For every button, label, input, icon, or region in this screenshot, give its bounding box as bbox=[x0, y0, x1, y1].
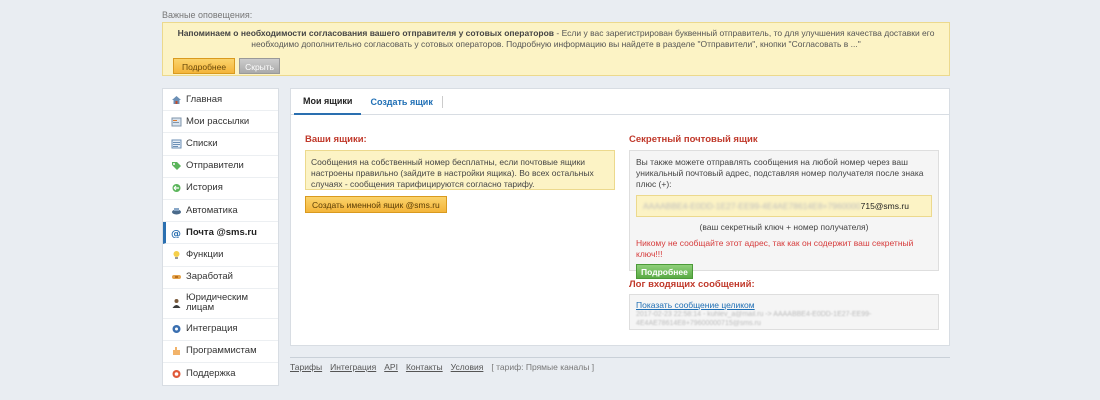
log-message-line: 2017-02-23 22:58:14 - kuhlev_a@mail.ru -… bbox=[636, 311, 872, 318]
notice-more-button[interactable]: Подробнее bbox=[173, 58, 236, 74]
integration-icon bbox=[172, 325, 181, 334]
sidebar-item-label: Поддержка bbox=[186, 368, 236, 380]
secret-box-panel: Вы также можете отправлять сообщения на … bbox=[629, 150, 939, 279]
secret-box-title: Секретный почтовый ящик bbox=[629, 134, 758, 145]
sidebar-item-integration[interactable]: Интеграция bbox=[163, 319, 278, 341]
footer-divider bbox=[290, 357, 950, 358]
sidebar-item-label: Заработай bbox=[186, 271, 233, 283]
sidebar-item-label: Юридическим лицам bbox=[186, 292, 249, 314]
home-icon bbox=[172, 95, 181, 104]
sidebar-item-label: Списки bbox=[186, 137, 218, 149]
automation-icon bbox=[172, 207, 181, 215]
footer-tariff: [ тариф: Прямые каналы ] bbox=[491, 362, 595, 372]
tab-create-box[interactable]: Создать ящик bbox=[361, 89, 441, 115]
sidebar-item-developers[interactable]: Программистам bbox=[163, 341, 278, 364]
bulb-icon bbox=[173, 250, 180, 259]
my-boxes-info: Сообщения на собственный номер бесплатны… bbox=[305, 150, 615, 190]
sidebar-item-label: Главная bbox=[186, 93, 223, 105]
notice-banner: Напоминаем о необходимости согласования … bbox=[162, 22, 950, 76]
history-icon bbox=[172, 184, 181, 193]
secret-address-hidden: AAAABBE4-E0DD-1E27-EE99-4E4AE78614E8+796… bbox=[643, 201, 861, 211]
sidebar-item-earn[interactable]: Заработай bbox=[163, 267, 278, 289]
footer-link-integration[interactable]: Интеграция bbox=[330, 362, 376, 372]
sidebar-item-home[interactable]: Главная bbox=[163, 89, 278, 112]
my-boxes-section: Ваши ящики: Сообщения на собственный ном… bbox=[305, 134, 615, 213]
notice-bold: Напоминаем о необходимости согласования … bbox=[177, 28, 555, 38]
hand-icon bbox=[173, 347, 180, 356]
log-message-line: 4E4AE78614E8+79600000715@sms.ru bbox=[636, 320, 761, 327]
incoming-log-title: Лог входящих сообщений: bbox=[629, 279, 755, 290]
secret-warning: Никому не сообщайте этот адрес, так как … bbox=[636, 238, 914, 259]
notice-hide-button[interactable]: Скрыть bbox=[239, 58, 281, 74]
sidebar-item-label: Мои рассылки bbox=[186, 115, 250, 127]
handshake-icon bbox=[172, 275, 181, 280]
footer-link-contacts[interactable]: Контакты bbox=[406, 362, 443, 372]
sidebar-item-automation[interactable]: Автоматика bbox=[163, 200, 278, 223]
secret-box-description: Вы также можете отправлять сообщения на … bbox=[636, 157, 924, 189]
tab-divider bbox=[441, 95, 443, 108]
sidebar-item-label: Автоматика bbox=[186, 204, 238, 216]
sidebar-item-label: История bbox=[186, 182, 223, 194]
main-panel: Мои ящики Создать ящик Ваши ящики: Сообщ… bbox=[290, 88, 950, 346]
sidebar: Главная Мои рассылки Списки Отправители … bbox=[162, 88, 279, 386]
secret-address-visible: 715@sms.ru bbox=[860, 201, 909, 211]
sidebar-item-label: Интеграция bbox=[186, 323, 238, 335]
incoming-log: Показать сообщение целиком 2017-02-23 22… bbox=[629, 294, 939, 330]
mailing-icon bbox=[171, 117, 182, 127]
sidebar-item-label: Почта @sms.ru bbox=[186, 226, 257, 238]
notice-text: Напоминаем о необходимости согласования … bbox=[173, 28, 939, 50]
show-full-message-link[interactable]: Показать сообщение целиком bbox=[636, 300, 932, 310]
create-named-box-button[interactable]: Создать именной ящик @sms.ru bbox=[305, 196, 447, 213]
sidebar-item-label: Отправители bbox=[186, 160, 244, 172]
svg-text:@: @ bbox=[171, 229, 181, 238]
footer-link-tariffs[interactable]: Тарифы bbox=[290, 362, 322, 372]
sidebar-item-label: Программистам bbox=[186, 345, 257, 357]
person-icon bbox=[172, 299, 181, 309]
sidebar-item-legal[interactable]: Юридическим лицам bbox=[163, 289, 278, 319]
tabs: Мои ящики Создать ящик bbox=[291, 89, 949, 115]
sidebar-item-functions[interactable]: Функции bbox=[163, 244, 278, 267]
footer: Тарифы Интеграция API Контакты Условия [… bbox=[290, 362, 594, 372]
sidebar-item-senders[interactable]: Отправители bbox=[163, 156, 278, 178]
at-icon: @ bbox=[171, 229, 181, 238]
secret-address[interactable]: AAAABBE4-E0DD-1E27-EE99-4E4AE78614E8+796… bbox=[636, 195, 932, 217]
tab-my-boxes[interactable]: Мои ящики bbox=[294, 89, 362, 115]
footer-link-api[interactable]: API bbox=[384, 362, 398, 372]
notices-heading: Важные оповещения: bbox=[162, 10, 253, 20]
list-icon bbox=[171, 139, 182, 149]
tag-icon bbox=[172, 162, 181, 171]
secret-box-section: Секретный почтовый ящик Вы также можете … bbox=[629, 134, 939, 330]
footer-link-terms[interactable]: Условия bbox=[451, 362, 484, 372]
sidebar-item-mail[interactable]: @ Почта @sms.ru bbox=[163, 222, 278, 245]
secret-address-hint: (ваш секретный ключ + номер получателя) bbox=[699, 222, 869, 232]
lifebuoy-icon bbox=[172, 370, 181, 379]
sidebar-item-history[interactable]: История bbox=[163, 178, 278, 200]
secret-more-button[interactable]: Подробнее bbox=[636, 264, 693, 279]
sidebar-item-support[interactable]: Поддержка bbox=[163, 363, 278, 385]
sidebar-item-lists[interactable]: Списки bbox=[163, 133, 278, 156]
my-boxes-title: Ваши ящики: bbox=[305, 134, 367, 145]
sidebar-item-mailings[interactable]: Мои рассылки bbox=[163, 111, 278, 134]
sidebar-item-label: Функции bbox=[186, 248, 224, 260]
